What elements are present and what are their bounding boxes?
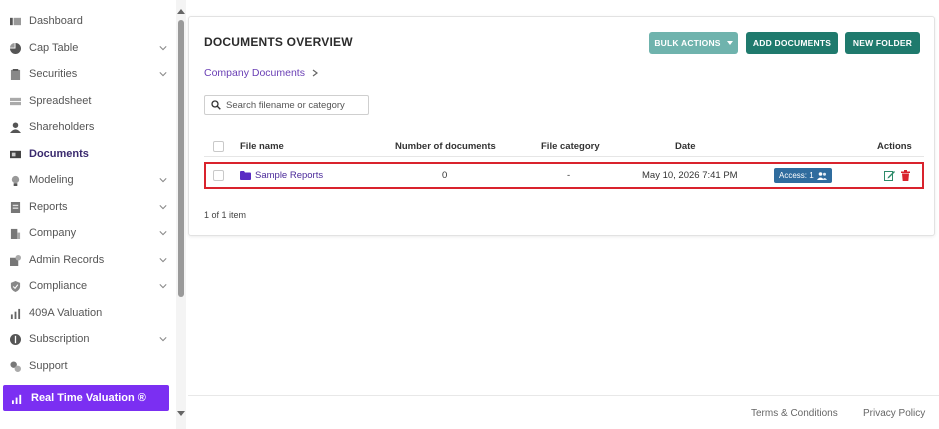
users-icon	[816, 171, 827, 180]
sidebar-item-label: Documents	[29, 148, 89, 160]
folder-name-link[interactable]: Sample Reports	[255, 170, 323, 181]
add-documents-button[interactable]: ADD DOCUMENTS	[746, 32, 838, 54]
sidebar-item-label: Compliance	[29, 280, 88, 292]
sidebar-item-label: Support	[29, 360, 68, 372]
column-header-file-name[interactable]: File name	[240, 135, 284, 157]
chevron-down-icon[interactable]	[158, 202, 168, 212]
chevron-down-icon[interactable]	[158, 69, 168, 79]
spreadsheet-icon	[10, 96, 21, 107]
row-checkbox-cell	[213, 164, 224, 187]
breadcrumb: Company Documents	[204, 67, 319, 79]
bar-chart-icon	[10, 308, 21, 319]
chevron-down-icon[interactable]	[158, 228, 168, 238]
search-input[interactable]	[226, 99, 366, 111]
pagination-summary: 1 of 1 item	[204, 210, 247, 220]
sidebar-item-company[interactable]: Company	[0, 220, 176, 246]
shield-check-icon	[10, 280, 21, 292]
caret-down-icon	[726, 41, 733, 45]
sidebar-item-securities[interactable]: Securities	[0, 61, 176, 87]
support-icon	[10, 360, 21, 372]
sidebar-item-label: Subscription	[29, 333, 90, 345]
pie-chart-icon	[10, 42, 21, 54]
sidebar-item-label: Cap Table	[29, 42, 79, 54]
sidebar-item-reports[interactable]: Reports	[0, 194, 176, 220]
edit-icon[interactable]	[884, 170, 895, 181]
sidebar-item-label: Reports	[29, 201, 68, 213]
column-header-actions: Actions	[877, 140, 912, 152]
select-all-checkbox-cell	[213, 135, 224, 157]
chevron-down-icon[interactable]	[158, 255, 168, 265]
row-actions-cell	[879, 164, 911, 187]
document-count-cell: 0	[442, 170, 448, 181]
sidebar-item-label: Securities	[29, 68, 78, 80]
report-icon	[10, 201, 21, 213]
new-folder-button[interactable]: NEW FOLDER	[845, 32, 920, 54]
documents-panel: DOCUMENTS OVERVIEW BULK ACTIONS ADD DOCU…	[188, 16, 935, 236]
chevron-down-icon[interactable]	[158, 175, 168, 185]
bulk-actions-label: BULK ACTIONS	[654, 38, 721, 48]
sidebar-item-shareholders[interactable]: Shareholders	[0, 114, 176, 140]
trash-icon[interactable]	[900, 170, 911, 181]
sidebar-item-cap-table[interactable]: Cap Table	[0, 35, 176, 61]
access-badge-label: Access: 1	[779, 171, 814, 180]
sidebar-item-label: Modeling	[29, 174, 74, 186]
chevron-down-icon[interactable]	[158, 281, 168, 291]
sidebar-item-label: Company	[29, 227, 77, 239]
sidebar-item-label: Spreadsheet	[29, 95, 92, 107]
sidebar-item-label: Shareholders	[29, 121, 95, 133]
bulk-actions-button[interactable]: BULK ACTIONS	[649, 32, 738, 54]
chevron-down-icon[interactable]	[158, 334, 168, 344]
folder-icon	[240, 171, 251, 180]
sidebar-item-spreadsheet[interactable]: Spreadsheet	[0, 88, 176, 114]
sidebar-item-documents[interactable]: Documents	[0, 141, 176, 167]
select-all-checkbox[interactable]	[213, 140, 224, 152]
scroll-down-arrow-icon[interactable]	[177, 411, 185, 416]
table-row[interactable]: Sample Reports 0 - May 10, 2026 7:41 PM …	[204, 162, 924, 189]
sidebar-item-label: 409A Valuation	[29, 307, 103, 319]
sidebar-item-subscription[interactable]: Subscription	[0, 326, 176, 352]
privacy-policy-link[interactable]: Privacy Policy	[863, 408, 925, 419]
table-header: File name Number of documents File categ…	[204, 135, 924, 157]
real-time-valuation-label: Real Time Valuation ®	[31, 392, 146, 404]
file-category-cell: -	[567, 170, 571, 181]
dashboard-icon	[10, 16, 21, 27]
column-header-number-of-documents[interactable]: Number of documents	[395, 135, 496, 157]
sidebar-item-label: Admin Records	[29, 254, 105, 266]
sidebar-item-dashboard[interactable]: Dashboard	[0, 8, 176, 34]
breadcrumb-company-documents[interactable]: Company Documents	[204, 67, 305, 79]
clipboard-icon	[10, 68, 21, 80]
scroll-up-arrow-icon[interactable]	[177, 9, 185, 14]
footer-divider	[188, 395, 939, 396]
chevron-right-icon	[311, 69, 319, 77]
sidebar-item-409a-valuation[interactable]: 409A Valuation	[0, 300, 176, 326]
sidebar-item-support[interactable]: Support	[0, 353, 176, 379]
admin-icon	[10, 254, 21, 266]
documents-icon	[10, 149, 21, 160]
dollar-icon	[10, 333, 21, 345]
sidebar-item-compliance[interactable]: Compliance	[0, 273, 176, 299]
page-title: DOCUMENTS OVERVIEW	[204, 35, 353, 49]
trend-chart-icon	[12, 393, 23, 404]
search-box	[204, 95, 369, 115]
access-cell: Access: 1	[774, 164, 832, 187]
terms-link[interactable]: Terms & Conditions	[751, 408, 838, 419]
date-cell: May 10, 2026 7:41 PM	[642, 170, 738, 181]
search-icon	[211, 100, 221, 110]
column-header-file-category[interactable]: File category	[541, 135, 600, 157]
column-header-date[interactable]: Date	[675, 135, 696, 157]
sidebar-item-label: Dashboard	[29, 15, 83, 27]
sidebar-item-admin-records[interactable]: Admin Records	[0, 247, 176, 273]
building-icon	[10, 228, 21, 239]
real-time-valuation-button[interactable]: Real Time Valuation ®	[3, 385, 169, 411]
file-name-cell[interactable]: Sample Reports	[240, 164, 323, 187]
chevron-down-icon[interactable]	[158, 43, 168, 53]
row-checkbox[interactable]	[213, 170, 224, 181]
sidebar: Dashboard Cap Table Securities Spreadshe…	[0, 0, 176, 429]
scrollbar-thumb[interactable]	[178, 20, 184, 297]
access-badge[interactable]: Access: 1	[774, 168, 832, 183]
user-icon	[10, 121, 21, 133]
lightbulb-icon	[10, 175, 21, 186]
sidebar-item-modeling[interactable]: Modeling	[0, 167, 176, 193]
